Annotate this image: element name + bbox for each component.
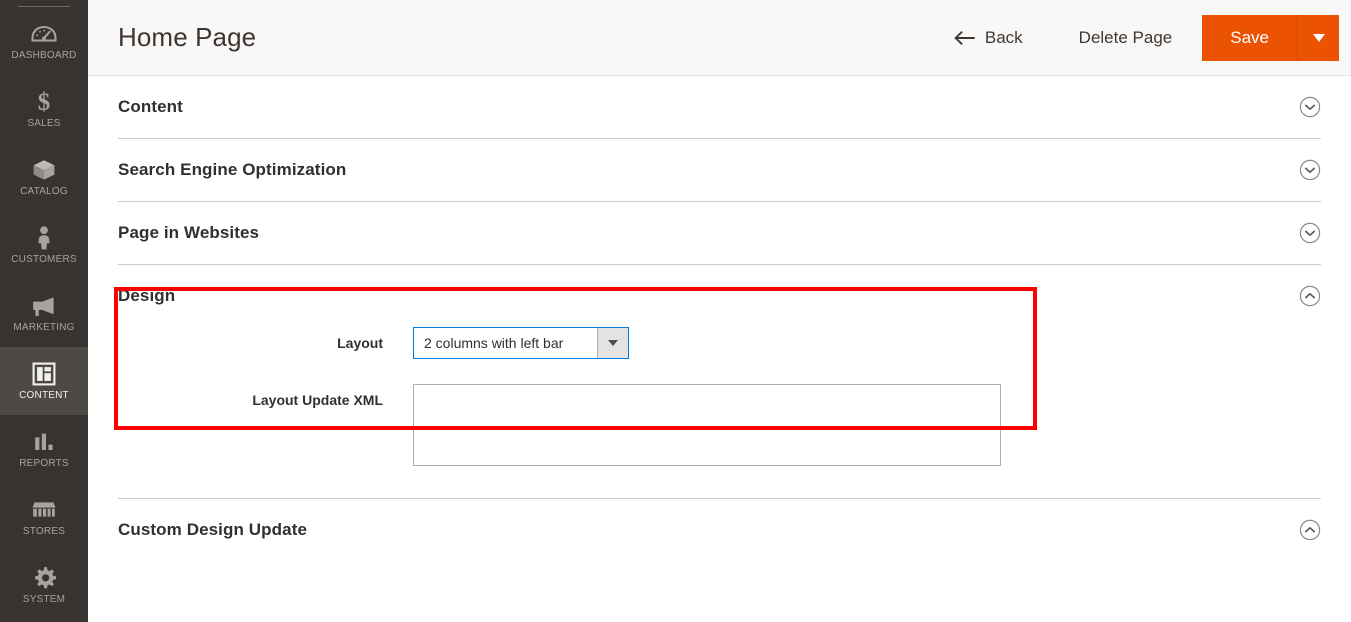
admin-page: DASHBOARD $ SALES CATALOG CUSTOMERS MARK…	[0, 0, 1351, 622]
sidebar-item-stores[interactable]: STORES	[0, 483, 88, 551]
layout-icon	[32, 361, 56, 387]
section-header-design[interactable]: Design	[118, 265, 1321, 327]
back-button-label: Back	[984, 27, 1023, 47]
page-header: Home Page Back Delete Page Save	[88, 0, 1351, 76]
caret-down-icon	[1312, 33, 1325, 42]
layout-update-xml-field-row: Layout Update XML	[118, 384, 1321, 466]
layout-field-label: Layout	[337, 335, 383, 351]
save-options-toggle-button[interactable]	[1297, 14, 1339, 61]
layout-select-value: 2 columns with left bar	[424, 335, 564, 351]
back-button[interactable]: Back	[940, 18, 1037, 58]
section-seo: Search Engine Optimization	[118, 139, 1321, 202]
chevron-up-circle-icon[interactable]	[1299, 519, 1321, 541]
section-header-custom-design-update[interactable]: Custom Design Update	[118, 499, 1321, 561]
gauge-icon	[31, 21, 57, 47]
sidebar-item-reports[interactable]: REPORTS	[0, 415, 88, 483]
design-section-body: Layout 2 columns with left bar Layout Up	[118, 327, 1321, 498]
main-region: Home Page Back Delete Page Save Content …	[88, 0, 1351, 622]
save-split-button: Save	[1202, 14, 1339, 61]
layout-update-xml-label: Layout Update XML	[252, 392, 383, 408]
section-title: Page in Websites	[118, 223, 260, 242]
caret-down-glyph	[608, 340, 618, 346]
sidebar-item-label: CONTENT	[19, 390, 69, 401]
layout-field-control: 2 columns with left bar	[413, 327, 1321, 359]
sidebar-item-label: REPORTS	[19, 458, 69, 469]
section-title: Content	[118, 97, 183, 116]
box-icon	[31, 157, 57, 183]
layout-field-row: Layout 2 columns with left bar	[118, 327, 1321, 359]
admin-sidebar: DASHBOARD $ SALES CATALOG CUSTOMERS MARK…	[0, 0, 88, 622]
chevron-down-circle-icon[interactable]	[1299, 96, 1321, 118]
section-header-seo[interactable]: Search Engine Optimization	[118, 139, 1321, 201]
sidebar-item-content[interactable]: CONTENT	[0, 347, 88, 415]
page-title: Home Page	[118, 22, 257, 52]
section-header-page-in-websites[interactable]: Page in Websites	[118, 202, 1321, 264]
sidebar-item-label: MARKETING	[13, 322, 75, 333]
sidebar-item-label: SYSTEM	[22, 594, 66, 605]
dollar-icon: $	[34, 89, 54, 115]
bar-chart-icon	[32, 429, 56, 455]
sidebar-item-label: STORES	[22, 526, 66, 537]
sidebar-item-label: DASHBOARD	[11, 50, 77, 61]
section-title: Design	[118, 286, 176, 305]
section-title: Search Engine Optimization	[118, 160, 347, 179]
megaphone-icon	[30, 293, 58, 319]
arrow-left-icon	[954, 30, 976, 46]
chevron-up-circle-icon[interactable]	[1299, 285, 1321, 307]
section-title: Custom Design Update	[118, 520, 308, 539]
sidebar-item-label: CUSTOMERS	[11, 254, 77, 265]
page-content: Content Search Engine Optimization Page …	[88, 76, 1351, 622]
layout-update-xml-control	[413, 384, 1321, 466]
section-custom-design-update: Custom Design Update	[118, 499, 1321, 561]
svg-text:$: $	[38, 89, 51, 115]
page-actions-toolbar: Back Delete Page Save	[940, 0, 1351, 76]
section-content: Content	[118, 76, 1321, 139]
sidebar-item-customers[interactable]: CUSTOMERS	[0, 211, 88, 279]
person-icon	[34, 225, 54, 251]
sidebar-item-label: SALES	[27, 118, 61, 129]
delete-page-button[interactable]: Delete Page	[1065, 18, 1187, 58]
sidebar-item-sales[interactable]: $ SALES	[0, 75, 88, 143]
sidebar-item-system[interactable]: SYSTEM	[0, 551, 88, 619]
save-button[interactable]: Save	[1202, 14, 1297, 61]
chevron-down-circle-icon[interactable]	[1299, 222, 1321, 244]
sidebar-item-label: CATALOG	[20, 186, 68, 197]
chevron-down-circle-icon[interactable]	[1299, 159, 1321, 181]
section-design: Design Layout 2 columns with left bar La…	[118, 265, 1321, 499]
delete-page-button-label: Delete Page	[1078, 27, 1173, 47]
sidebar-item-catalog[interactable]: CATALOG	[0, 143, 88, 211]
sidebar-item-dashboard[interactable]: DASHBOARD	[0, 7, 88, 75]
layout-update-xml-textarea[interactable]	[413, 384, 1001, 466]
layout-select[interactable]: 2 columns with left bar	[413, 327, 629, 359]
storefront-icon	[30, 497, 58, 523]
section-page-in-websites: Page in Websites	[118, 202, 1321, 265]
gear-icon	[32, 565, 57, 591]
sidebar-item-marketing[interactable]: MARKETING	[0, 279, 88, 347]
section-header-content[interactable]: Content	[118, 76, 1321, 138]
chevron-down-icon[interactable]	[597, 328, 628, 358]
